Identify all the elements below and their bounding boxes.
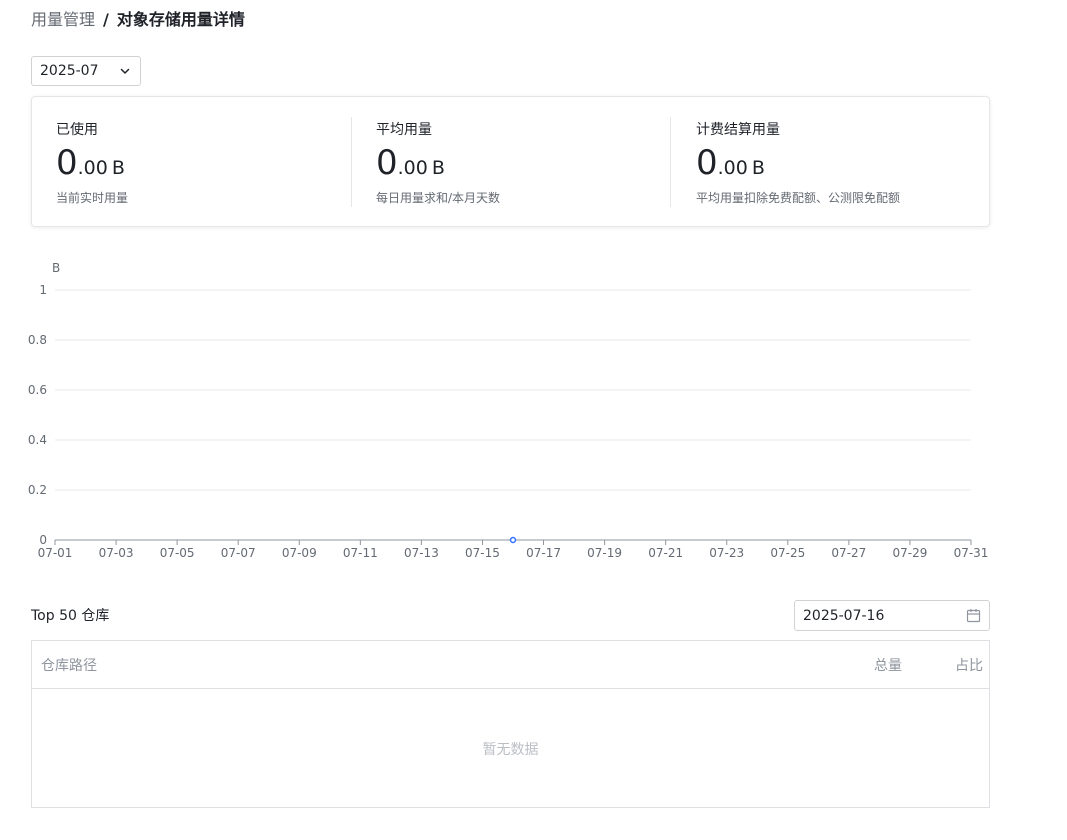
usage-detail-page: 用量管理 / 对象存储用量详情 2025-07 已使用 0.00 B 当前实时用量…	[0, 0, 1067, 840]
x-tick-label: 07-13	[404, 546, 439, 560]
month-select[interactable]: 2025-07	[31, 56, 141, 86]
stat-divider	[351, 117, 352, 207]
y-axis-label: B	[52, 261, 60, 275]
column-header-repo-path[interactable]: 仓库路径	[41, 655, 97, 675]
date-picker[interactable]: 2025-07-16	[794, 600, 990, 631]
stat-value-unit: B	[431, 157, 445, 179]
stat-value-dec: .00	[717, 157, 748, 179]
stat-value: 0.00 B	[696, 143, 765, 183]
stat-value-unit: B	[111, 157, 125, 179]
breadcrumb-separator: /	[103, 10, 109, 29]
stat-value: 0.00 B	[376, 143, 445, 183]
date-picker-value: 2025-07-16	[803, 607, 885, 624]
column-header-total[interactable]: 总量	[874, 655, 902, 675]
x-tick-label: 07-31	[954, 546, 989, 560]
y-tick-label: 0.6	[28, 383, 47, 397]
stat-value-int: 0	[376, 143, 398, 183]
column-header-ratio[interactable]: 占比	[955, 655, 983, 675]
breadcrumb: 用量管理 / 对象存储用量详情	[31, 9, 245, 31]
x-tick-label: 07-17	[526, 546, 561, 560]
table-header: 仓库路径 总量 占比	[32, 641, 989, 689]
x-tick-label: 07-07	[221, 546, 256, 560]
usage-line-chart[interactable]: B 0 0.2 0.4 0.6 0.8 1 07-01 07-03 07-05 07-07 07-09…	[0, 250, 1000, 570]
stat-value-unit: B	[751, 157, 765, 179]
x-tick-label: 07-01	[38, 546, 73, 560]
x-tick-label: 07-21	[648, 546, 683, 560]
data-point	[509, 536, 517, 544]
calendar-icon	[965, 608, 981, 624]
usage-stats-card: 已使用 0.00 B 当前实时用量 平均用量 0.00 B 每日用量求和/本月天数 …	[31, 96, 990, 227]
x-tick-label: 07-23	[709, 546, 744, 560]
stat-desc: 每日用量求和/本月天数	[376, 191, 501, 205]
y-tick-label: 0.2	[28, 483, 47, 497]
x-tick-label: 07-27	[831, 546, 866, 560]
stat-desc: 当前实时用量	[56, 191, 129, 205]
chevron-down-icon	[118, 64, 132, 78]
stat-value-dec: .00	[397, 157, 428, 179]
stat-value-dec: .00	[77, 157, 108, 179]
x-tick-label: 07-11	[343, 546, 378, 560]
stat-label: 计费结算用量	[696, 122, 780, 138]
stat-value-int: 0	[56, 143, 78, 183]
y-tick-label: 1	[39, 283, 47, 297]
stat-label: 已使用	[56, 122, 98, 138]
x-tick-label: 07-15	[465, 546, 500, 560]
y-tick-label: 0.8	[28, 333, 47, 347]
breadcrumb-usage-management-link[interactable]: 用量管理	[31, 9, 95, 31]
y-tick-label: 0	[39, 533, 47, 547]
y-tick-label: 0.4	[28, 433, 47, 447]
stat-label: 平均用量	[376, 122, 432, 138]
page-title: 对象存储用量详情	[116, 10, 245, 29]
stat-desc: 平均用量扣除免费配额、公测限免配额	[696, 191, 901, 205]
x-tick-label: 07-05	[160, 546, 195, 560]
stat-divider	[670, 117, 671, 207]
stat-value-int: 0	[696, 143, 718, 183]
x-tick-label: 07-09	[282, 546, 317, 560]
x-tick-label: 07-03	[99, 546, 134, 560]
top50-repo-table: 仓库路径 总量 占比 暂无数据	[31, 640, 990, 808]
table-empty-text: 暂无数据	[482, 742, 539, 758]
x-tick-label: 07-29	[892, 546, 927, 560]
x-tick-label: 07-25	[770, 546, 805, 560]
x-tick-label: 07-19	[587, 546, 622, 560]
top50-title: Top 50 仓库	[31, 608, 110, 624]
stat-value: 0.00 B	[56, 143, 125, 183]
month-select-value: 2025-07	[40, 63, 99, 79]
usage-line-chart-svg: B 0 0.2 0.4 0.6 0.8 1 07-01 07-03 07-05 07-07 07-09…	[28, 261, 989, 560]
